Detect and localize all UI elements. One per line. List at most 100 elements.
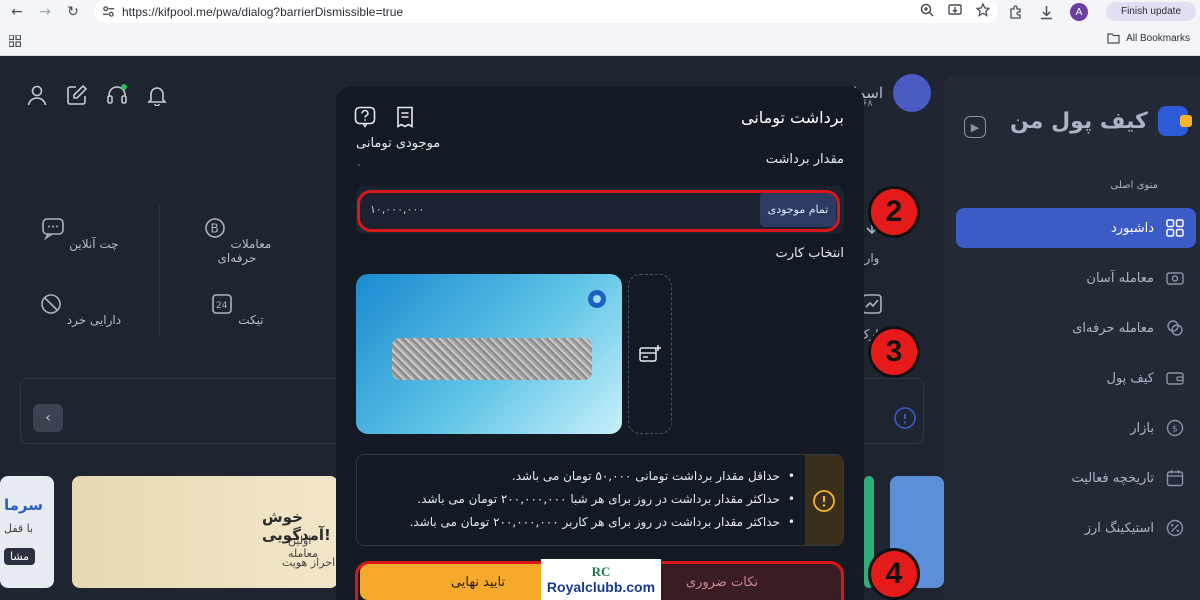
profile-icon[interactable] bbox=[26, 84, 48, 106]
add-card-button[interactable] bbox=[628, 274, 672, 434]
pro-trade-icon bbox=[1167, 320, 1183, 336]
quick-action-label: معاملات حرفه‌ای bbox=[217, 237, 272, 265]
sidebar-item-dashboard[interactable]: داشبورد bbox=[956, 208, 1196, 248]
quick-action-ticket[interactable]: 24 تیکت bbox=[187, 292, 287, 327]
forward-button[interactable]: → bbox=[34, 1, 56, 23]
info-icon bbox=[894, 407, 916, 429]
bitcoin-exchange-icon: B bbox=[204, 218, 225, 238]
withdraw-toman-dialog: برداشت تومانی موجودی تومانی ۰ مقدار بردا… bbox=[336, 86, 864, 600]
withdraw-limits-notice: حداقل مقدار برداشت تومانی ۵۰,۰۰۰ تومان م… bbox=[356, 454, 844, 546]
list-item: حداکثر مقدار برداشت در روز برای هر شبا ۲… bbox=[410, 488, 795, 511]
sidebar-item-easy-trade[interactable]: معامله آسان bbox=[956, 258, 1196, 298]
quick-action-label: تیکت bbox=[238, 313, 264, 327]
quick-action-small-assets[interactable]: دارایی خرد bbox=[30, 292, 130, 327]
site-settings-icon[interactable] bbox=[102, 5, 115, 18]
sidebar-item-label: معامله حرفه‌ای bbox=[1072, 320, 1154, 336]
downloads-icon[interactable] bbox=[1039, 5, 1054, 20]
sidebar-item-label: داشبورد bbox=[1111, 220, 1154, 236]
sidebar-item-wallet[interactable]: کیف پول bbox=[956, 358, 1196, 398]
dashboard-icon bbox=[1166, 219, 1184, 237]
warning-icon bbox=[813, 490, 835, 512]
banner-title: سرما bbox=[4, 496, 44, 514]
all-bookmarks-button[interactable]: All Bookmarks bbox=[1107, 33, 1190, 44]
bank-card[interactable] bbox=[356, 274, 622, 434]
staking-percent-icon bbox=[1166, 519, 1184, 537]
easy-trade-icon bbox=[1166, 272, 1184, 285]
market-coin-icon: $ bbox=[1166, 419, 1184, 437]
card-number-redacted bbox=[392, 338, 592, 380]
amount-label: مقدار برداشت bbox=[765, 152, 844, 167]
svg-text:B: B bbox=[210, 222, 218, 236]
app-root: ▶ کیف پول من منوی اصلی داشبورد معامله آس… bbox=[0, 56, 1200, 600]
logo: کیف پول من bbox=[1010, 106, 1192, 136]
sidebar-item-pro-trade[interactable]: معامله حرفه‌ای bbox=[956, 308, 1196, 348]
address-bar[interactable]: https://kifpool.me/pwa/dialog?barrierDis… bbox=[94, 0, 998, 23]
banner-savings[interactable]: سرما با قفل مشا bbox=[0, 476, 54, 588]
collapse-sidebar-button[interactable]: ▶ bbox=[964, 116, 986, 138]
profile-avatar[interactable]: A bbox=[1070, 3, 1088, 21]
url-text: https://kifpool.me/pwa/dialog?barrierDis… bbox=[122, 4, 404, 19]
avatar[interactable] bbox=[893, 74, 932, 112]
bookmark-star-icon[interactable] bbox=[976, 3, 990, 17]
logo-mark-icon bbox=[1157, 106, 1192, 136]
sidebar-item-market[interactable]: بازار $ bbox=[956, 408, 1196, 448]
extensions-icon[interactable] bbox=[1008, 4, 1023, 20]
watermark-mark: RC bbox=[591, 563, 611, 579]
finish-update-button[interactable]: Finish update bbox=[1106, 2, 1196, 21]
sidebar-item-staking[interactable]: استیکینگ ارز bbox=[956, 508, 1196, 548]
header-actions bbox=[26, 84, 168, 106]
support-headset-icon[interactable] bbox=[106, 84, 128, 106]
sidebar-item-label: تاریخچه فعالیت bbox=[1071, 470, 1154, 486]
all-bookmarks-label: All Bookmarks bbox=[1126, 33, 1190, 44]
watermark-text: Royalclubb.com bbox=[546, 578, 656, 595]
sidebar-item-label: استیکینگ ارز bbox=[1084, 520, 1154, 536]
folder-icon bbox=[1107, 33, 1120, 44]
banner-welcome[interactable]: خوش آمدگویی! اولین معامله احراز هویت bbox=[72, 476, 338, 588]
banner-line: احراز هویت bbox=[282, 556, 336, 569]
install-app-icon[interactable] bbox=[948, 3, 962, 17]
chat-icon bbox=[42, 218, 65, 241]
annotation-step-4: 4 bbox=[868, 548, 920, 600]
dialog-title: برداشت تومانی bbox=[740, 108, 844, 127]
edit-icon[interactable] bbox=[66, 84, 88, 106]
help-question-icon[interactable] bbox=[354, 106, 376, 128]
sidebar-item-history[interactable]: تاریخچه فعالیت bbox=[956, 458, 1196, 498]
receipt-icon[interactable] bbox=[394, 106, 416, 128]
notification-bell-icon[interactable] bbox=[146, 84, 168, 106]
banner-cta[interactable]: مشا bbox=[4, 548, 36, 565]
back-button[interactable]: ← bbox=[6, 1, 28, 23]
zoom-icon[interactable] bbox=[920, 3, 934, 17]
banner-subtitle: با قفل bbox=[4, 522, 34, 535]
menu-title: منوی اصلی bbox=[1110, 180, 1158, 191]
quick-action-label: چت آنلاین bbox=[69, 237, 119, 251]
list-item: حداقل مقدار برداشت تومانی ۵۰,۰۰۰ تومان م… bbox=[410, 465, 795, 488]
toolbar-right: A bbox=[1008, 0, 1088, 24]
notice-side bbox=[805, 455, 843, 545]
quick-action-label: دارایی خرد bbox=[66, 313, 122, 327]
logo-text: کیف پول من bbox=[1010, 108, 1148, 134]
ticket-24-icon: 24 bbox=[212, 294, 233, 314]
annotation-step-3: 3 bbox=[868, 326, 920, 378]
quick-action-pro-trades[interactable]: B معاملات حرفه‌ای bbox=[187, 216, 287, 265]
apps-grid-icon[interactable] bbox=[9, 35, 21, 47]
svg-text:$: $ bbox=[1172, 425, 1178, 435]
balance-value: ۰ bbox=[356, 158, 362, 171]
address-row: ← → ↻ https://kifpool.me/pwa/dialog?barr… bbox=[0, 0, 1200, 24]
list-item: حداکثر مقدار برداشت در روز برای هر کاربر… bbox=[410, 511, 795, 534]
sidebar: ▶ کیف پول من منوی اصلی داشبورد معامله آس… bbox=[944, 76, 1200, 600]
sidebar-item-label: بازار bbox=[1130, 420, 1154, 436]
select-card-label: انتخاب کارت bbox=[775, 246, 844, 261]
no-dollar-icon bbox=[41, 294, 61, 314]
quick-action-label: وار bbox=[864, 251, 880, 265]
reload-button[interactable]: ↻ bbox=[62, 1, 84, 23]
wallet-icon bbox=[1166, 372, 1184, 385]
annotation-highlight-amount bbox=[357, 190, 840, 232]
sidebar-item-label: کیف پول bbox=[1106, 370, 1154, 386]
slider-prev-button[interactable]: ‹ bbox=[33, 404, 63, 432]
svg-text:24: 24 bbox=[216, 301, 228, 311]
bank-logo-icon bbox=[588, 290, 606, 308]
sidebar-item-label: معامله آسان bbox=[1086, 270, 1154, 286]
quick-action-chat[interactable]: چت آنلاین bbox=[30, 216, 130, 251]
divider bbox=[159, 206, 160, 336]
url-actions bbox=[920, 3, 990, 17]
